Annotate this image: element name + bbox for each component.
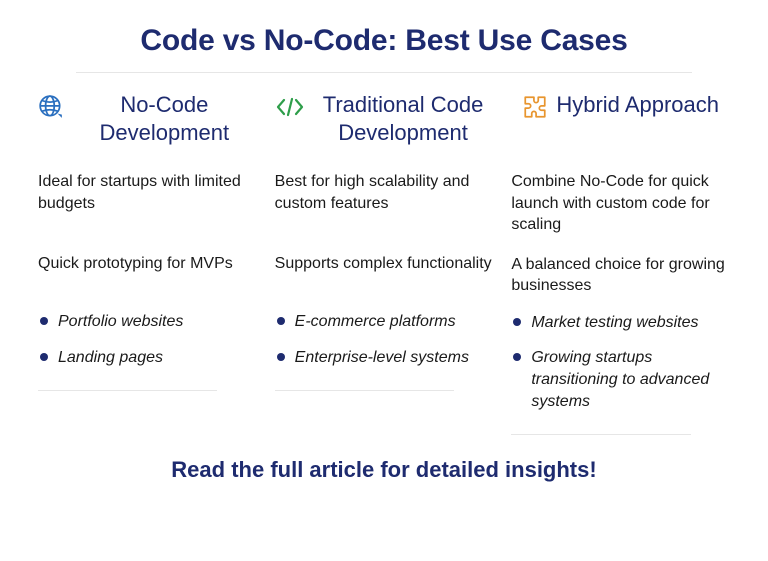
column-desc-1: Best for high scalability and custom fea… — [275, 171, 494, 235]
column-header: Traditional Code Development — [275, 91, 494, 161]
puzzle-icon — [522, 94, 548, 125]
column-no-code: No-Code Development Ideal for startups w… — [38, 91, 257, 435]
column-desc-2: Supports complex functionality — [275, 253, 494, 297]
bullet-icon — [277, 317, 285, 325]
column-traditional-code: Traditional Code Development Best for hi… — [275, 91, 494, 435]
list-item: Landing pages — [40, 347, 257, 369]
column-header: Hybrid Approach — [511, 91, 730, 161]
column-header: No-Code Development — [38, 91, 257, 161]
list-item-label: Landing pages — [58, 347, 163, 369]
column-desc-1: Combine No-Code for quick launch with cu… — [511, 171, 730, 236]
column-desc-2: Quick prototyping for MVPs — [38, 253, 257, 297]
globe-icon — [38, 94, 64, 125]
column-title: No-Code Development — [72, 91, 257, 146]
bullet-icon — [40, 353, 48, 361]
cta-text: Read the full article for detailed insig… — [30, 457, 738, 483]
list-item: Enterprise-level systems — [277, 347, 494, 369]
bullet-icon — [513, 318, 521, 326]
list-item-label: Portfolio websites — [58, 311, 183, 333]
list-item-label: Growing startups transitioning to advanc… — [531, 347, 730, 412]
divider-column — [511, 434, 690, 435]
column-title: Hybrid Approach — [556, 91, 719, 119]
list-item-label: Enterprise-level systems — [295, 347, 469, 369]
example-list: Market testing websites Growing startups… — [511, 312, 730, 426]
column-hybrid: Hybrid Approach Combine No-Code for quic… — [511, 91, 730, 435]
column-title: Traditional Code Development — [313, 91, 494, 146]
bullet-icon — [277, 353, 285, 361]
list-item: Portfolio websites — [40, 311, 257, 333]
list-item: Growing startups transitioning to advanc… — [513, 347, 730, 412]
code-icon — [275, 94, 305, 125]
bullet-icon — [513, 353, 521, 361]
column-desc-1: Ideal for startups with limited budgets — [38, 171, 257, 235]
list-item-label: Market testing websites — [531, 312, 698, 334]
example-list: E-commerce platforms Enterprise-level sy… — [275, 311, 494, 382]
list-item: E-commerce platforms — [277, 311, 494, 333]
list-item-label: E-commerce platforms — [295, 311, 456, 333]
divider-top — [76, 72, 692, 73]
columns-container: No-Code Development Ideal for startups w… — [30, 91, 738, 435]
divider-column — [38, 390, 217, 391]
divider-column — [275, 390, 454, 391]
list-item: Market testing websites — [513, 312, 730, 334]
column-desc-2: A balanced choice for growing businesses — [511, 254, 730, 298]
example-list: Portfolio websites Landing pages — [38, 311, 257, 382]
bullet-icon — [40, 317, 48, 325]
page-title: Code vs No-Code: Best Use Cases — [30, 24, 738, 58]
